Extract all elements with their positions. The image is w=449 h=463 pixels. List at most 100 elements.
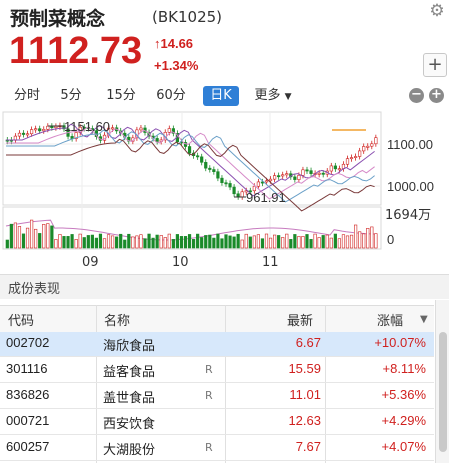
volume-bar <box>285 233 289 249</box>
period-tabs: 分时 5分 15分 60分 日K 更多 ▼ − + <box>0 84 449 108</box>
stock-pct: +10.07% <box>374 335 426 350</box>
candle <box>333 165 337 170</box>
candle <box>54 126 58 129</box>
volume-bar <box>13 222 18 249</box>
volume-bar <box>220 238 224 249</box>
x-label-09: 09 <box>82 255 99 270</box>
volume-bar <box>212 237 216 249</box>
candle <box>345 158 350 165</box>
sort-desc-icon[interactable]: ▼ <box>420 314 428 325</box>
candle <box>272 175 277 180</box>
table-row[interactable]: 600257 大湖股份 R 7.67 +4.07% <box>0 436 434 461</box>
y-label-1000: 1000.00 <box>387 179 434 194</box>
table-row[interactable]: 301116 益客食品 R 15.59 +8.11% <box>0 358 434 383</box>
volume-bar <box>272 234 277 249</box>
volume-bar <box>345 235 350 249</box>
volume-bar <box>119 233 123 249</box>
volume-bar <box>42 224 46 249</box>
volume-bar <box>58 234 62 249</box>
volume-bar <box>151 237 155 249</box>
stock-name: 西安饮食 <box>103 417 156 432</box>
volume-bar <box>155 234 159 249</box>
col-code[interactable]: 代码 <box>8 310 34 329</box>
tab-daily-k[interactable]: 日K <box>203 86 239 106</box>
scrollbar-thumb[interactable] <box>439 332 447 452</box>
candle <box>29 129 34 135</box>
candle <box>212 169 216 172</box>
volume-bar <box>309 239 313 249</box>
volume-bar <box>321 235 325 249</box>
volume-bar <box>17 226 22 249</box>
candle <box>366 145 370 148</box>
stock-price: 11.01 <box>289 387 321 402</box>
candle <box>301 169 305 176</box>
tab-intraday[interactable]: 分时 <box>10 86 44 106</box>
volume-bar <box>179 236 184 249</box>
margin-flag: R <box>205 363 213 376</box>
volume-bar <box>293 234 297 249</box>
candle <box>25 133 30 136</box>
tab-5min[interactable]: 5分 <box>56 86 86 106</box>
candle <box>285 173 289 176</box>
table-row[interactable]: 002702 海欣食品 6.67 +10.07% <box>0 332 434 357</box>
col-price[interactable]: 最新 <box>287 310 313 329</box>
volume-bar <box>78 233 82 249</box>
volume-bar <box>66 236 70 249</box>
volume-bar <box>50 225 54 249</box>
col-name[interactable]: 名称 <box>104 310 130 329</box>
volume-bar <box>9 223 13 249</box>
add-watchlist-button[interactable]: + <box>423 53 447 77</box>
sector-title: 预制菜概念 <box>10 8 106 30</box>
volume-bar <box>171 239 175 249</box>
candle <box>268 178 273 182</box>
table-row[interactable]: 836826 盖世食品 R 11.01 +5.36% <box>0 384 434 409</box>
candle <box>187 146 192 154</box>
volume-bar <box>349 234 354 249</box>
candle <box>38 128 42 132</box>
candle <box>232 186 236 195</box>
x-label-11: 11 <box>262 255 279 270</box>
volume-bar <box>337 238 342 249</box>
volume-bar <box>127 233 131 249</box>
candle <box>309 170 313 174</box>
stock-code: 000721 <box>6 413 50 428</box>
candle <box>337 168 342 171</box>
zoom-in-icon[interactable]: + <box>429 88 444 103</box>
stock-name: 大湖股份 <box>103 443 156 458</box>
volume-bar <box>281 237 285 249</box>
zoom-out-icon[interactable]: − <box>409 88 424 103</box>
candle <box>321 172 325 175</box>
candle <box>374 137 378 145</box>
volume-bar <box>183 236 188 249</box>
volume-bar <box>111 235 115 249</box>
tab-15min[interactable]: 15分 <box>104 86 138 106</box>
volume-bar <box>46 223 50 249</box>
col-pct[interactable]: 涨幅 <box>377 310 403 329</box>
candle <box>208 167 212 170</box>
tab-more[interactable]: 更多 ▼ <box>252 86 294 106</box>
stock-code: 836826 <box>6 387 50 402</box>
volume-bar <box>252 235 256 249</box>
volume-bar <box>216 233 220 249</box>
candle <box>224 182 228 185</box>
volume-bar <box>301 236 305 249</box>
volume-bar <box>74 239 78 249</box>
price-change: ↑14.66 <box>154 36 194 51</box>
volume-bar <box>228 235 232 249</box>
volume-bar <box>90 234 94 249</box>
gear-icon[interactable]: ⚙ <box>428 2 446 20</box>
stock-pct: +5.36% <box>381 387 426 402</box>
volume-bar <box>94 237 98 249</box>
scrollbar[interactable] <box>435 300 449 463</box>
candle <box>293 176 297 180</box>
table-row[interactable]: 000721 西安饮食 12.63 +4.29% <box>0 410 434 435</box>
volume-bar <box>163 237 167 249</box>
candle <box>34 128 38 131</box>
candle <box>236 193 240 198</box>
volume-bar <box>25 227 30 249</box>
volume-bar <box>370 226 374 249</box>
volume-bar <box>204 235 208 249</box>
kline-chart[interactable]: 1151.60 961.91 1100.00 1000.00 1694万 0 0… <box>0 110 449 272</box>
tab-60min[interactable]: 60分 <box>152 86 190 106</box>
volume-bar <box>232 236 236 249</box>
